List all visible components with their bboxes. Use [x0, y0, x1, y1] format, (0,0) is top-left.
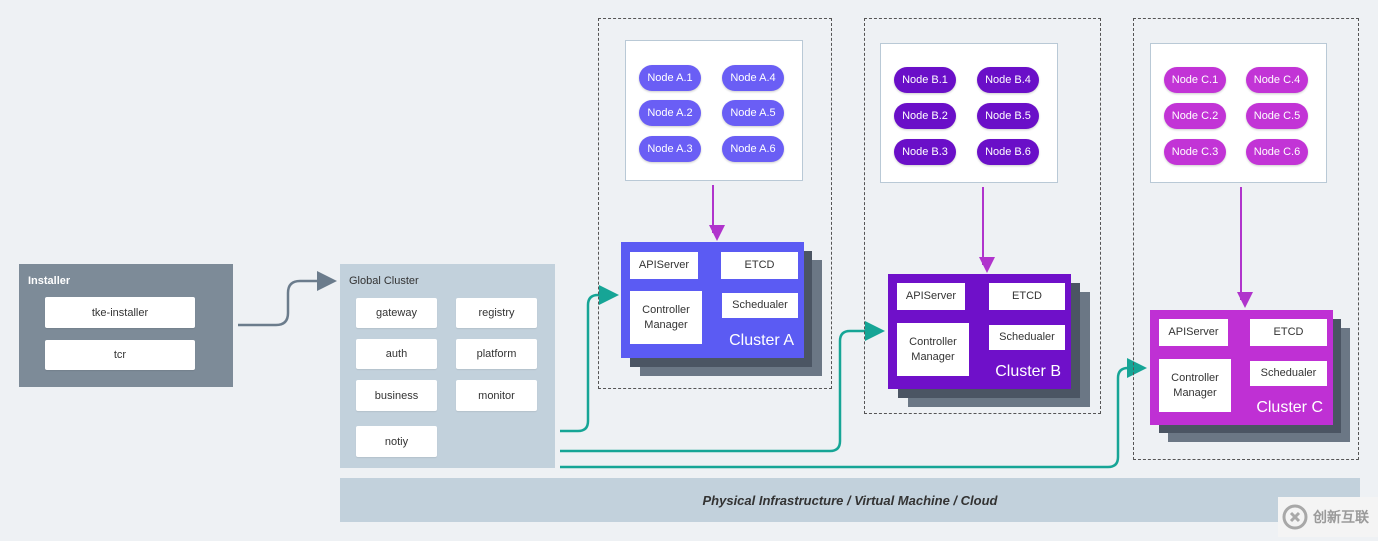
cluster-b-apiserver[interactable]: APIServer	[897, 283, 965, 310]
cluster-a-scheduler[interactable]: Schedualer	[722, 293, 798, 318]
node-a2[interactable]: Node A.2	[639, 100, 701, 126]
node-c2[interactable]: Node C.2	[1164, 103, 1226, 129]
infrastructure-bar: Physical Infrastructure / Virtual Machin…	[340, 478, 1360, 522]
cluster-a-apiserver[interactable]: APIServer	[630, 252, 698, 279]
node-b3[interactable]: Node B.3	[894, 139, 956, 165]
node-c3[interactable]: Node C.3	[1164, 139, 1226, 165]
cluster-b-label: Cluster B	[995, 363, 1061, 380]
node-a6[interactable]: Node A.6	[722, 136, 784, 162]
global-item-auth[interactable]: auth	[356, 339, 437, 369]
global-item-platform[interactable]: platform	[456, 339, 537, 369]
cluster-a-label: Cluster A	[729, 332, 794, 349]
cluster-b-controller-manager[interactable]: Controller Manager	[897, 323, 969, 376]
global-item-gateway[interactable]: gateway	[356, 298, 437, 328]
global-item-monitor[interactable]: monitor	[456, 380, 537, 411]
installer-to-global-arrow	[238, 271, 337, 327]
global-cluster-title: Global Cluster	[349, 275, 419, 287]
cluster-a-etcd[interactable]: ETCD	[721, 252, 798, 279]
cluster-c-card[interactable]: APIServer ETCD Controller Manager Schedu…	[1150, 310, 1333, 425]
cluster-c-scheduler[interactable]: Schedualer	[1250, 361, 1327, 386]
node-a3[interactable]: Node A.3	[639, 136, 701, 162]
cluster-c-apiserver[interactable]: APIServer	[1159, 319, 1228, 346]
watermark-text: 创新互联	[1313, 509, 1369, 525]
node-b6[interactable]: Node B.6	[977, 139, 1039, 165]
global-cluster-panel: Global Cluster gateway registry auth pla…	[340, 264, 555, 468]
node-a1[interactable]: Node A.1	[639, 65, 701, 91]
node-b5[interactable]: Node B.5	[977, 103, 1039, 129]
node-b4[interactable]: Node B.4	[977, 67, 1039, 93]
node-b1[interactable]: Node B.1	[894, 67, 956, 93]
cluster-c-node-box: Node C.1 Node C.4 Node C.2 Node C.5 Node…	[1150, 43, 1327, 183]
cluster-b-card[interactable]: APIServer ETCD Controller Manager Schedu…	[888, 274, 1071, 389]
node-c4[interactable]: Node C.4	[1246, 67, 1308, 93]
cluster-a-card[interactable]: APIServer ETCD Controller Manager Schedu…	[621, 242, 804, 358]
cluster-a-node-box: Node A.1 Node A.4 Node A.2 Node A.5 Node…	[625, 40, 803, 181]
node-b2[interactable]: Node B.2	[894, 103, 956, 129]
global-item-notiy[interactable]: notiy	[356, 426, 437, 457]
installer-item-tke-installer[interactable]: tke-installer	[45, 297, 195, 328]
cluster-b-etcd[interactable]: ETCD	[989, 283, 1065, 310]
node-c1[interactable]: Node C.1	[1164, 67, 1226, 93]
global-item-business[interactable]: business	[356, 380, 437, 411]
installer-panel: Installer tke-installer tcr	[19, 264, 233, 387]
cluster-c-etcd[interactable]: ETCD	[1250, 319, 1327, 346]
node-c6[interactable]: Node C.6	[1246, 139, 1308, 165]
cluster-b-scheduler[interactable]: Schedualer	[989, 325, 1065, 350]
cluster-c-controller-manager[interactable]: Controller Manager	[1159, 359, 1231, 412]
cluster-b-node-box: Node B.1 Node B.4 Node B.2 Node B.5 Node…	[880, 43, 1058, 183]
installer-title: Installer	[28, 275, 71, 287]
global-item-registry[interactable]: registry	[456, 298, 537, 328]
node-a5[interactable]: Node A.5	[722, 100, 784, 126]
watermark-logo-icon	[1282, 504, 1308, 530]
cluster-a-controller-manager[interactable]: Controller Manager	[630, 291, 702, 344]
cluster-c-label: Cluster C	[1256, 399, 1323, 416]
node-a4[interactable]: Node A.4	[722, 65, 784, 91]
infrastructure-label: Physical Infrastructure / Virtual Machin…	[702, 492, 998, 508]
watermark: 创新互联	[1278, 497, 1378, 537]
installer-item-tcr[interactable]: tcr	[45, 340, 195, 370]
node-c5[interactable]: Node C.5	[1246, 103, 1308, 129]
